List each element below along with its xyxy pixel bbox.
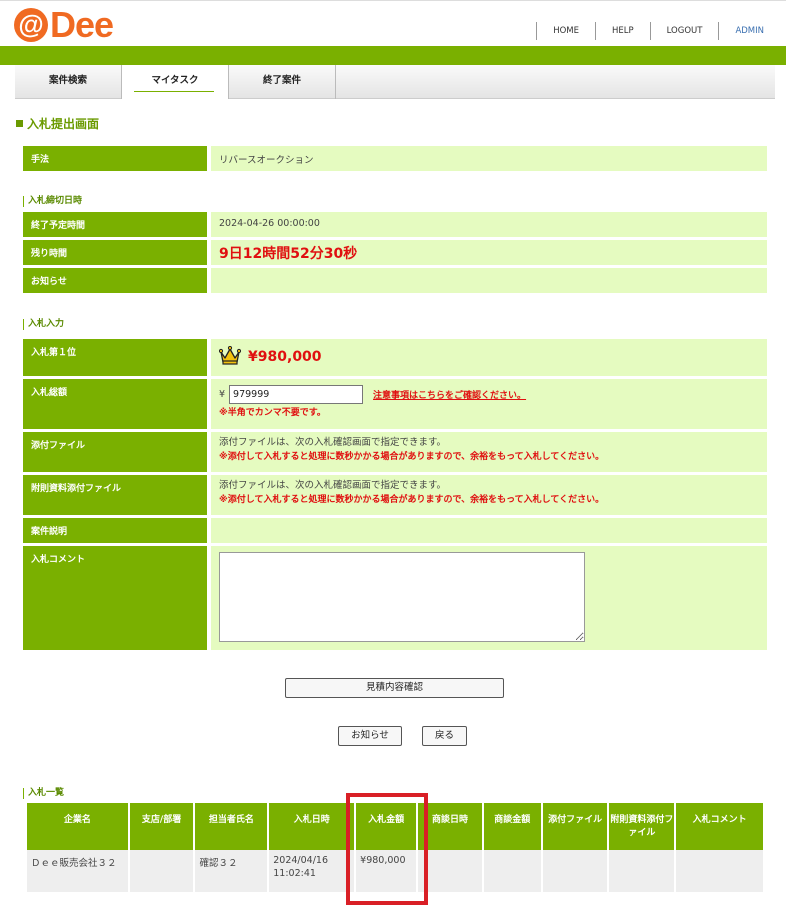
col-bid-date: 入札日時 [269, 803, 355, 850]
rank1-label: 入札第１位 [23, 339, 207, 376]
logo-text: Dee [50, 4, 114, 45]
attach-text: 添付ファイルは、次の入札確認画面で指定できます。 [219, 437, 447, 448]
comment-textarea[interactable] [219, 552, 585, 642]
cell-branch [129, 850, 194, 892]
extra-attach-value-cell: 添付ファイルは、次の入札確認画面で指定できます。 ※添付して入札すると処理に数秒… [211, 475, 767, 515]
notice-row: お知らせ [23, 268, 767, 293]
cell-attach [542, 850, 608, 892]
yen-sign: ¥ [219, 389, 226, 400]
nav-logout[interactable]: LOGOUT [649, 22, 719, 40]
case-desc-label: 案件説明 [23, 518, 207, 543]
header-bar [0, 46, 786, 65]
case-desc-value [211, 518, 767, 543]
col-person: 担当者氏名 [195, 803, 268, 850]
total-note: ※半角でカンマ不要です。 [219, 408, 326, 418]
rank1-row: 入札第１位 ¥980,000 [23, 339, 767, 376]
header: @ Dee HOME HELP LOGOUT ADMIN [0, 0, 786, 46]
top-nav: HOME HELP LOGOUT ADMIN [536, 22, 772, 40]
method-value: リバースオークション [211, 146, 767, 171]
remaining-value-cell: 9日12時間52分30秒 [211, 240, 767, 265]
total-amount-input[interactable] [229, 385, 364, 404]
end-time-row: 終了予定時間 2024-04-26 00:00:00 [23, 212, 767, 237]
cell-bid-date-day: 2024/04/16 [273, 855, 329, 866]
remaining-label: 残り時間 [23, 240, 207, 265]
cell-company: Ｄｅｅ販売会社３２ [27, 850, 128, 892]
notice-value [211, 268, 767, 293]
cell-nego-amount [483, 850, 541, 892]
logo-at-mark: @ [14, 8, 48, 42]
list-section-title: 入札一覧 [23, 788, 64, 799]
highlight-box [346, 793, 428, 905]
nav-admin[interactable]: ADMIN [718, 22, 772, 40]
extra-attach-label: 附則資料添付ファイル [23, 475, 207, 515]
extra-attach-row: 附則資料添付ファイル 添付ファイルは、次の入札確認画面で指定できます。 ※添付し… [23, 475, 767, 515]
attach-note: ※添付して入札すると処理に数秒かかる場合がありますので、余裕をもって入札してくだ… [219, 452, 605, 462]
cell-person: 確認３２ [195, 850, 268, 892]
notice-button[interactable]: お知らせ [338, 726, 402, 746]
attach-value-cell: 添付ファイルは、次の入札確認画面で指定できます。 ※添付して入札すると処理に数秒… [211, 432, 767, 472]
col-attach: 添付ファイル [542, 803, 608, 850]
method-label: 手法 [23, 146, 207, 171]
remaining-row: 残り時間 9日12時間52分30秒 [23, 240, 767, 265]
attach-row: 添付ファイル 添付ファイルは、次の入札確認画面で指定できます。 ※添付して入札す… [23, 432, 767, 472]
tab-closed-cases[interactable]: 終了案件 [229, 65, 336, 99]
back-button[interactable]: 戻る [422, 726, 467, 746]
cell-comment [676, 850, 763, 892]
method-row: 手法 リバースオークション [23, 146, 767, 171]
total-row: 入札総額 ¥ 注意事項はこちらをご確認ください。 ※半角でカンマ不要です。 [23, 379, 767, 429]
nav-home[interactable]: HOME [536, 22, 595, 40]
rank1-value: ¥980,000 [248, 349, 322, 365]
col-nego-amount: 商談金額 [483, 803, 541, 850]
input-section-title: 入札入力 [23, 319, 64, 330]
remaining-value: 9日12時間52分30秒 [219, 246, 358, 262]
attach-label: 添付ファイル [23, 432, 207, 472]
end-time-value: 2024-04-26 00:00:00 [211, 212, 767, 237]
comment-value-cell [211, 546, 767, 650]
deadline-section-title: 入札締切日時 [23, 196, 82, 207]
crown-icon [218, 345, 242, 368]
end-time-label: 終了予定時間 [23, 212, 207, 237]
extra-attach-text: 添付ファイルは、次の入札確認画面で指定できます。 [219, 480, 447, 491]
tab-case-search[interactable]: 案件検索 [15, 65, 122, 99]
comment-row: 入札コメント [23, 546, 767, 650]
total-label: 入札総額 [23, 379, 207, 429]
tab-my-task[interactable]: マイタスク [122, 65, 229, 99]
case-desc-row: 案件説明 [23, 518, 767, 543]
logo[interactable]: @ Dee [14, 4, 114, 45]
total-value-cell: ¥ 注意事項はこちらをご確認ください。 ※半角でカンマ不要です。 [211, 379, 767, 429]
caution-link[interactable]: 注意事項はこちらをご確認ください。 [373, 388, 526, 401]
tab-bar: 案件検索 マイタスク 終了案件 [15, 65, 775, 99]
cell-extra-attach [609, 850, 675, 892]
col-company: 企業名 [27, 803, 128, 850]
extra-attach-note: ※添付して入札すると処理に数秒かかる場合がありますので、余裕をもって入札してくだ… [219, 495, 605, 505]
col-branch: 支店/部署 [129, 803, 194, 850]
comment-label: 入札コメント [23, 546, 207, 650]
col-comment: 入札コメント [676, 803, 763, 850]
rank1-value-cell: ¥980,000 [211, 339, 767, 376]
title-square-icon [16, 120, 23, 127]
cell-bid-date: 2024/04/16 11:02:41 [269, 850, 355, 892]
nav-help[interactable]: HELP [594, 22, 650, 40]
notice-label: お知らせ [23, 268, 207, 293]
page-title: 入札提出画面 [16, 115, 99, 132]
cell-bid-date-time: 11:02:41 [273, 868, 316, 879]
col-extra-attach: 附則資料添付ファイル [609, 803, 675, 850]
confirm-button[interactable]: 見積内容確認 [285, 678, 504, 698]
